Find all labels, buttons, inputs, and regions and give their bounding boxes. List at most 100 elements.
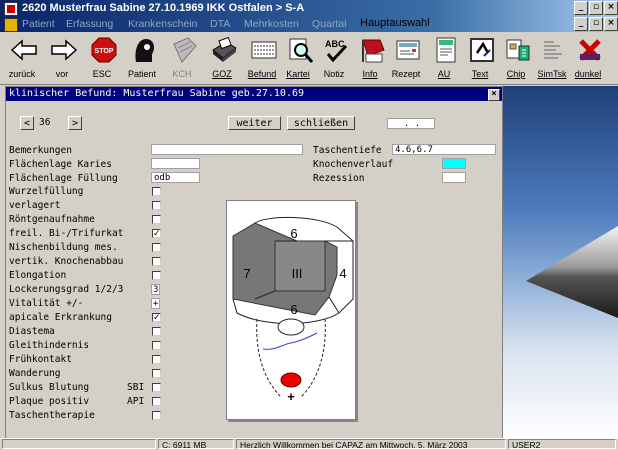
status-bar: C: 6911 MB Herzlich Willkommen bei CAPAZ…: [0, 438, 618, 450]
finding-checkbox[interactable]: [152, 215, 161, 224]
toolbar-button-dunkel[interactable]: dunkel: [568, 34, 608, 82]
toolbar: zurück vor STOP ESC Patient KCH GOZ Befu…: [0, 32, 618, 85]
vitalitaet-label: Vitalität +/-: [9, 298, 84, 309]
desktop-background: [502, 86, 618, 438]
magnifier-icon: [289, 38, 314, 63]
menu-krankenschein[interactable]: Krankenschein: [128, 18, 197, 30]
svg-text:STOP: STOP: [95, 48, 114, 55]
toolbar-button-zurueck[interactable]: zurück: [2, 34, 42, 82]
taschentiefe-input[interactable]: 4.6,6.7: [392, 144, 496, 155]
app-icon: [4, 2, 18, 16]
toolbar-button-esc[interactable]: STOP ESC: [82, 34, 122, 82]
tooth-chart-icon: [251, 41, 277, 59]
finding-label: verlagert: [9, 200, 61, 211]
chip-card-icon: [506, 39, 530, 61]
notebook-icon: [173, 37, 197, 63]
vitalitaet-input[interactable]: +: [151, 298, 160, 309]
knochenverlauf-label: Knochenverlauf: [313, 159, 394, 170]
finding2-checkbox[interactable]: [152, 369, 161, 378]
finding-checkbox[interactable]: [152, 201, 161, 210]
printer-icon: [212, 36, 237, 62]
arrow-right-icon: [51, 39, 78, 61]
au-form-icon: [436, 37, 456, 63]
weiter-button[interactable]: weiter: [228, 116, 281, 130]
status-message: Herzlich Willkommen bei CAPAZ am Mittwoc…: [236, 439, 506, 449]
finding2-checkbox[interactable]: [152, 411, 161, 420]
knochenverlauf-color-field[interactable]: [442, 158, 466, 169]
status-user: USER2: [508, 439, 616, 449]
lockerungsgrad-input[interactable]: 3: [151, 284, 160, 295]
patient-head-icon: [135, 39, 154, 62]
finding2-checkbox[interactable]: [152, 383, 161, 392]
finding-label: Nischenbildung mes.: [9, 242, 118, 253]
prev-tooth-button[interactable]: <: [20, 116, 34, 130]
finding2-checkbox[interactable]: [152, 341, 161, 350]
finding-label: Röntgenaufnahme: [9, 214, 95, 225]
status-empty: [2, 439, 156, 449]
svg-text:ABC: ABC: [325, 39, 345, 49]
dialog-close-button[interactable]: ×: [488, 89, 500, 101]
finding-checkbox[interactable]: [152, 271, 161, 280]
mdi-maximize-button[interactable]: ▫: [589, 17, 603, 31]
flaechenlage-karies-input[interactable]: [151, 158, 200, 169]
mdi-window-controls: _ ▫ ×: [574, 17, 618, 31]
date-field[interactable]: . .: [387, 118, 435, 129]
tooth-diagram[interactable]: 6 7 III 4 6 +: [226, 200, 356, 420]
tooth-diagram-svg: 6 7 III 4 6 +: [232, 216, 354, 404]
finding2-checkbox[interactable]: [152, 397, 161, 406]
finding2-suffix: API: [127, 396, 145, 407]
finding-label: vertik. Knochenabbau: [9, 256, 124, 267]
flaechenlage-karies-label: Flächenlage Karies: [9, 159, 112, 170]
toolbar-button-goz[interactable]: GOZ: [202, 34, 242, 82]
schliessen-button[interactable]: schließen: [287, 116, 355, 130]
menu-dta[interactable]: DTA: [210, 18, 230, 30]
next-tooth-button[interactable]: >: [68, 116, 82, 130]
finding-checkbox[interactable]: [152, 187, 161, 196]
maximize-button[interactable]: ▫: [589, 1, 603, 15]
dialog-title-bar: klinischer Befund: Musterfrau Sabine geb…: [6, 87, 502, 101]
title-bar: 2620 Musterfrau Sabine 27.10.1969 IKK Os…: [0, 0, 618, 16]
flag-icon: [362, 39, 385, 63]
close-button[interactable]: ×: [604, 1, 618, 15]
finding2-label: Wanderung: [9, 368, 61, 379]
finding2-suffix: SBI: [127, 382, 145, 393]
minimize-button[interactable]: _: [574, 1, 588, 15]
finding-checkbox[interactable]: ✓: [152, 229, 161, 239]
prescription-icon: [396, 40, 420, 60]
arrow-left-icon: [10, 39, 37, 61]
sim-task-icon: [544, 41, 562, 59]
toolbar-button-vor[interactable]: vor: [42, 34, 82, 82]
menu-quartal[interactable]: Quartal: [312, 18, 346, 30]
menu-mehrkosten[interactable]: Mehrkosten: [244, 18, 299, 30]
text-doc-icon: [470, 38, 494, 62]
status-memory: C: 6911 MB: [158, 439, 234, 449]
toolbar-button-patient[interactable]: Patient: [122, 34, 162, 82]
finding2-label: Sulkus Blutung: [9, 382, 90, 393]
flaechenlage-fuellung-input[interactable]: odb: [151, 172, 200, 183]
finding2-checkbox[interactable]: [152, 327, 161, 336]
finding2-label: Taschentherapie: [9, 410, 95, 421]
toolbar-button-kch[interactable]: KCH: [162, 34, 202, 82]
tooth-surface-left: 7: [243, 266, 250, 281]
finding-checkbox[interactable]: [152, 257, 161, 266]
finding-label: Wurzelfüllung: [9, 186, 84, 197]
cone-graphic: [526, 226, 618, 318]
finding2-label: Diastema: [9, 326, 55, 337]
tooth-surface-bottom: 6: [290, 302, 297, 317]
finding2-label: Plaque positiv: [9, 396, 90, 407]
bemerkungen-input[interactable]: [151, 144, 303, 155]
rezession-input[interactable]: [442, 172, 466, 183]
menu-hauptauswahl[interactable]: Hauptauswahl: [360, 17, 430, 29]
toolbar-label: dunkel: [574, 69, 602, 79]
finding2-checkbox[interactable]: [152, 355, 161, 364]
menu-patient[interactable]: Patient: [22, 18, 55, 30]
mdi-close-button[interactable]: ×: [604, 17, 618, 31]
window-controls: _ ▫ ×: [574, 1, 618, 15]
menu-erfassung[interactable]: Erfassung: [66, 18, 113, 30]
finding-checkbox[interactable]: [152, 243, 161, 252]
finding2-checkbox[interactable]: ✓: [152, 313, 161, 323]
mdi-minimize-button[interactable]: _: [574, 17, 588, 31]
dialog-title: klinischer Befund: Musterfrau Sabine geb…: [9, 88, 305, 99]
taschentiefe-label: Taschentiefe: [313, 145, 382, 156]
tooth-surface-center: III: [292, 266, 303, 281]
